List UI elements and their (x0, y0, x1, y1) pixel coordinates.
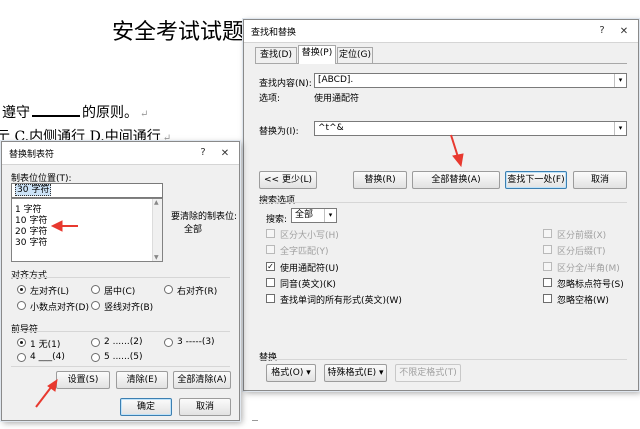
arrow-to-replace-all-icon (450, 134, 464, 168)
annotation-arrows (35, 134, 464, 408)
arrow-to-set-button-icon (35, 378, 58, 408)
tab-replace[interactable]: 替换(P) (298, 45, 336, 64)
arrow-to-list-icon (50, 220, 78, 232)
